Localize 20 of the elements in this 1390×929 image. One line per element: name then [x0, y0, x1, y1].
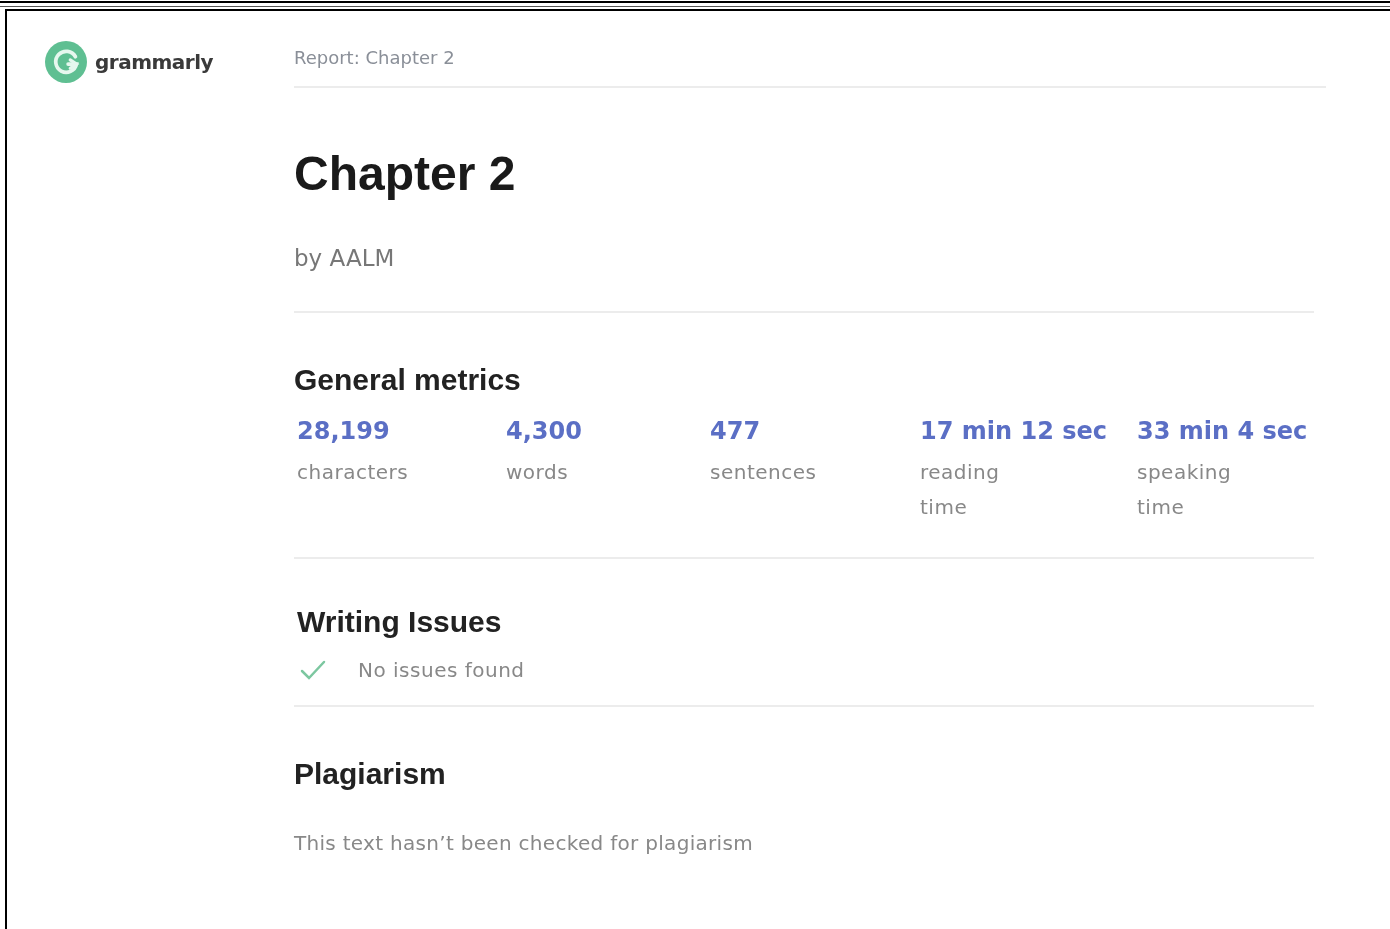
metric-value: 4,300 — [506, 417, 583, 445]
metric-label: words — [506, 459, 570, 486]
document-title: Chapter 2 — [294, 146, 517, 201]
logo-icon — [45, 41, 87, 83]
logo-text: grammarly — [95, 50, 214, 74]
metric-label: sentences — [710, 459, 818, 486]
metric-label: reading time — [920, 459, 1001, 521]
metric-value: 477 — [710, 417, 762, 445]
metric-label: speaking time — [1137, 459, 1233, 521]
author-text: by AALM — [294, 245, 396, 271]
section-heading: Writing Issues — [297, 605, 503, 639]
metric-value: 17 min 12 sec — [920, 417, 1108, 445]
metric-value: 28,199 — [297, 417, 391, 445]
plagiarism-text: This text hasn’t been checked for plagiarism — [294, 831, 754, 855]
metric-value: 33 min 4 sec — [1137, 417, 1309, 445]
section-heading: Plagiarism — [294, 757, 447, 791]
section-heading: General metrics — [294, 363, 522, 397]
breadcrumb: Report: Chapter 2 — [294, 47, 1326, 88]
status-text: No issues found — [358, 658, 525, 682]
metric-label: characters — [297, 459, 410, 486]
